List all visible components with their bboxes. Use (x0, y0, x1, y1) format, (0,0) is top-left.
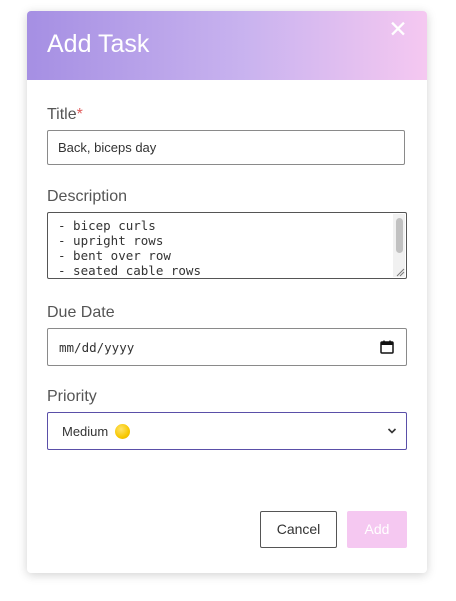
title-label: Title* (47, 106, 83, 124)
chevron-down-icon (387, 428, 397, 434)
add-button[interactable]: Add (347, 511, 407, 548)
description-label: Description (47, 188, 128, 205)
description-line: - bent over row (58, 248, 171, 263)
due-date-label: Due Date (47, 304, 115, 321)
description-line: - seated cable rows (58, 263, 201, 278)
resize-grip-icon[interactable] (395, 267, 405, 277)
description-line: - upright rows (58, 233, 164, 248)
description-line: - bicep curls (58, 218, 156, 233)
description-textarea[interactable]: - bicep curls - upright rows - bent over r… (47, 212, 407, 279)
yellow-circle-emoji-icon (114, 424, 130, 439)
priority-selected-value: Medium (62, 424, 130, 439)
priority-label: Priority (47, 388, 97, 405)
description-text: - bicep curls - upright rows - bent over r… (58, 218, 201, 278)
due-date-placeholder: mm/dd/yyyy (59, 340, 135, 355)
calendar-icon[interactable] (380, 340, 394, 354)
due-date-input[interactable]: mm/dd/yyyy (47, 328, 407, 366)
cancel-button[interactable]: Cancel (260, 511, 337, 548)
dialog-header: Add Task ✕ (27, 11, 427, 80)
priority-value-text: Medium (62, 424, 109, 439)
required-mark: * (76, 106, 83, 123)
textarea-scrollbar-thumb[interactable] (396, 218, 403, 253)
dialog-title: Add Task (47, 30, 150, 58)
close-icon[interactable]: ✕ (387, 18, 409, 41)
add-task-dialog: Add Task ✕ Title* Back, biceps day Descr… (27, 11, 427, 573)
title-input[interactable]: Back, biceps day (47, 130, 405, 165)
title-label-text: Title (47, 106, 77, 123)
priority-select[interactable]: Medium (47, 412, 407, 450)
